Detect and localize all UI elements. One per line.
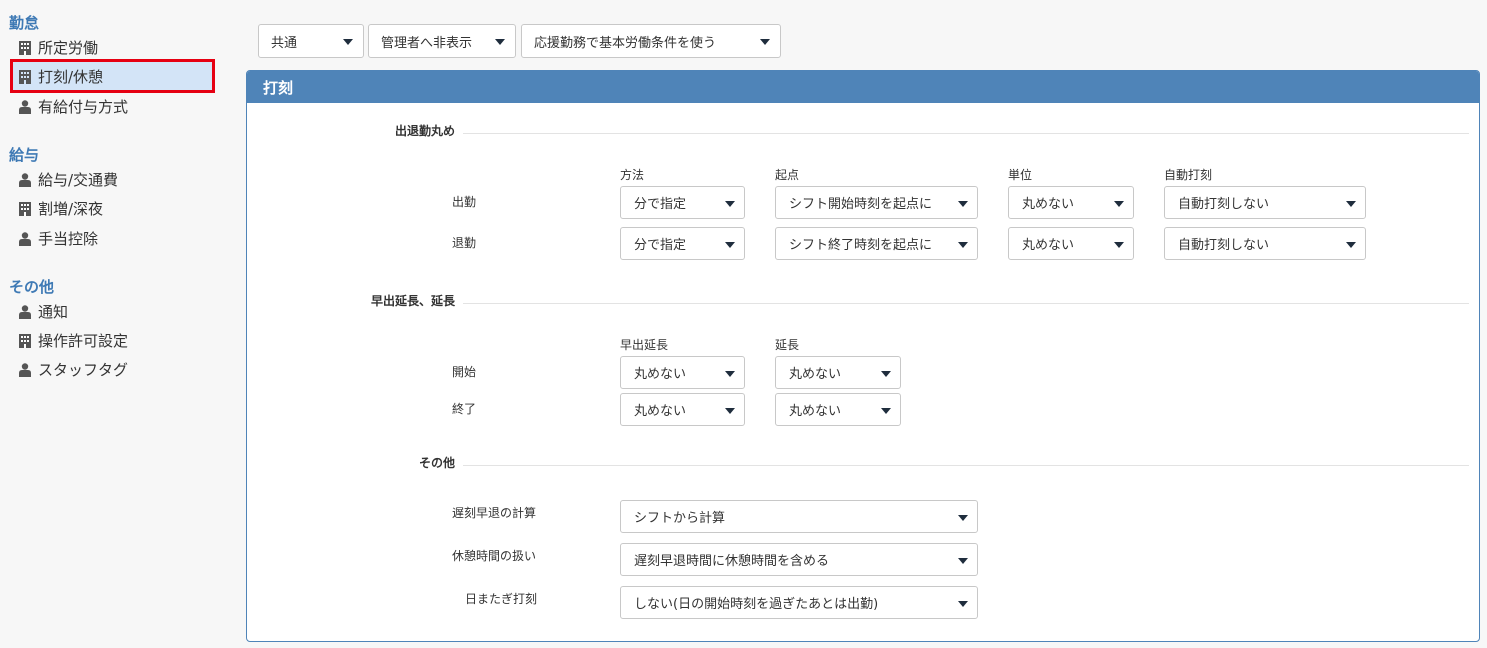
caret-down-icon bbox=[725, 370, 735, 377]
person-icon bbox=[18, 231, 31, 246]
sidebar-item-label: 打刻/休憩 bbox=[38, 67, 104, 86]
caret-down-icon bbox=[958, 557, 968, 564]
caret-down-icon bbox=[1114, 241, 1124, 248]
caret-down-icon bbox=[725, 241, 735, 248]
person-icon bbox=[18, 172, 31, 187]
divider bbox=[463, 303, 1469, 304]
column-label-method: 方法 bbox=[620, 168, 645, 182]
caret-down-icon bbox=[881, 407, 891, 414]
clock-in-origin-select[interactable]: シフト開始時刻を起点に bbox=[775, 186, 978, 219]
clock-in-unit-select[interactable]: 丸めない bbox=[1008, 186, 1134, 219]
caret-down-icon bbox=[958, 200, 968, 207]
sidebar-section-salary: 給与 bbox=[9, 146, 40, 164]
column-label-early: 早出延長 bbox=[620, 338, 669, 352]
caret-down-icon bbox=[1346, 200, 1356, 207]
row-label-end: 終了 bbox=[452, 402, 477, 416]
caret-down-icon bbox=[958, 600, 968, 607]
caret-down-icon bbox=[760, 39, 770, 45]
start-early-select[interactable]: 丸めない bbox=[620, 356, 745, 389]
group-title-other: その他 bbox=[418, 456, 455, 470]
end-early-select[interactable]: 丸めない bbox=[620, 393, 745, 426]
building-icon bbox=[18, 69, 31, 84]
building-icon bbox=[18, 333, 31, 348]
sidebar-item-allowance-deduction[interactable]: 手当控除 bbox=[12, 223, 214, 253]
clock-out-method-select[interactable]: 分で指定 bbox=[620, 227, 745, 260]
group-title-rounding: 出退勤丸め bbox=[394, 124, 455, 138]
sidebar-item-label: 手当控除 bbox=[38, 229, 99, 248]
caret-down-icon bbox=[725, 200, 735, 207]
building-icon bbox=[18, 201, 31, 216]
row-label-overnight-punch: 日またぎ打刻 bbox=[465, 592, 538, 606]
sidebar-item-permission-settings[interactable]: 操作許可設定 bbox=[12, 325, 214, 355]
column-label-auto-punch: 自動打刻 bbox=[1164, 168, 1213, 182]
visibility-select[interactable]: 管理者へ非表示 bbox=[368, 24, 516, 58]
divider bbox=[463, 133, 1469, 134]
sidebar-item-label: 通知 bbox=[38, 302, 69, 321]
caret-down-icon bbox=[881, 370, 891, 377]
clock-out-auto-select[interactable]: 自動打刻しない bbox=[1164, 227, 1366, 260]
end-late-select[interactable]: 丸めない bbox=[775, 393, 901, 426]
sidebar-section-attendance: 勤怠 bbox=[9, 14, 40, 32]
column-label-origin: 起点 bbox=[775, 168, 800, 182]
sidebar-item-staff-tag[interactable]: スタッフタグ bbox=[12, 354, 214, 384]
sidebar-item-label: 割増/深夜 bbox=[38, 199, 104, 218]
sidebar-item-punch-break[interactable]: 打刻/休憩 bbox=[10, 59, 215, 93]
scope-select[interactable]: 共通 bbox=[258, 24, 364, 58]
sidebar-item-scheduled-work[interactable]: 所定労働 bbox=[12, 32, 214, 62]
caret-down-icon bbox=[1114, 200, 1124, 207]
sidebar-item-notification[interactable]: 通知 bbox=[12, 296, 214, 326]
building-icon bbox=[18, 40, 31, 55]
break-handling-select[interactable]: 遅刻早退時間に休憩時間を含める bbox=[620, 543, 978, 576]
row-label-clock-out: 退勤 bbox=[452, 236, 477, 250]
sidebar-item-premium-night[interactable]: 割増/深夜 bbox=[12, 193, 214, 223]
caret-down-icon bbox=[495, 39, 505, 45]
group-title-extension: 早出延長、延長 bbox=[370, 294, 455, 308]
clock-in-method-select[interactable]: 分で指定 bbox=[620, 186, 745, 219]
sidebar-item-label: 給与/交通費 bbox=[38, 170, 119, 189]
person-icon bbox=[18, 362, 31, 377]
row-label-start: 開始 bbox=[452, 365, 477, 379]
sidebar: 勤怠 所定労働 打刻/休憩 有給付与方式 給与 給与/交通費 割増/深夜 手当控… bbox=[0, 0, 230, 648]
clock-out-unit-select[interactable]: 丸めない bbox=[1008, 227, 1134, 260]
caret-down-icon bbox=[725, 407, 735, 414]
overnight-punch-select[interactable]: しない(日の開始時刻を過ぎたあとは出勤) bbox=[620, 586, 978, 619]
sidebar-item-paid-leave[interactable]: 有給付与方式 bbox=[12, 91, 214, 121]
sidebar-item-label: 所定労働 bbox=[38, 38, 99, 57]
start-late-select[interactable]: 丸めない bbox=[775, 356, 901, 389]
sidebar-section-other: その他 bbox=[9, 278, 55, 296]
caret-down-icon bbox=[343, 39, 353, 45]
condition-select[interactable]: 応援勤務で基本労働条件を使う bbox=[521, 24, 781, 58]
caret-down-icon bbox=[958, 241, 968, 248]
sidebar-item-label: 有給付与方式 bbox=[38, 97, 129, 116]
caret-down-icon bbox=[958, 514, 968, 521]
panel-title: 打刻 bbox=[247, 71, 1479, 103]
row-label-late-early-calc: 遅刻早退の計算 bbox=[452, 506, 537, 520]
row-label-clock-in: 出勤 bbox=[452, 195, 477, 209]
column-label-unit: 単位 bbox=[1008, 168, 1033, 182]
sidebar-item-label: 操作許可設定 bbox=[38, 331, 129, 350]
person-icon bbox=[18, 99, 31, 114]
late-early-calc-select[interactable]: シフトから計算 bbox=[620, 500, 978, 533]
row-label-break-handling: 休憩時間の扱い bbox=[452, 549, 537, 563]
sidebar-item-label: スタッフタグ bbox=[38, 360, 129, 379]
sidebar-item-salary-transport[interactable]: 給与/交通費 bbox=[12, 164, 214, 194]
punch-panel: 打刻 出退勤丸め 方法 起点 単位 自動打刻 出勤 分で指定 シフト開始時刻を起… bbox=[246, 70, 1480, 642]
clock-in-auto-select[interactable]: 自動打刻しない bbox=[1164, 186, 1366, 219]
column-label-late: 延長 bbox=[775, 338, 800, 352]
caret-down-icon bbox=[1346, 241, 1356, 248]
divider bbox=[463, 465, 1469, 466]
person-icon bbox=[18, 304, 31, 319]
clock-out-origin-select[interactable]: シフト終了時刻を起点に bbox=[775, 227, 978, 260]
